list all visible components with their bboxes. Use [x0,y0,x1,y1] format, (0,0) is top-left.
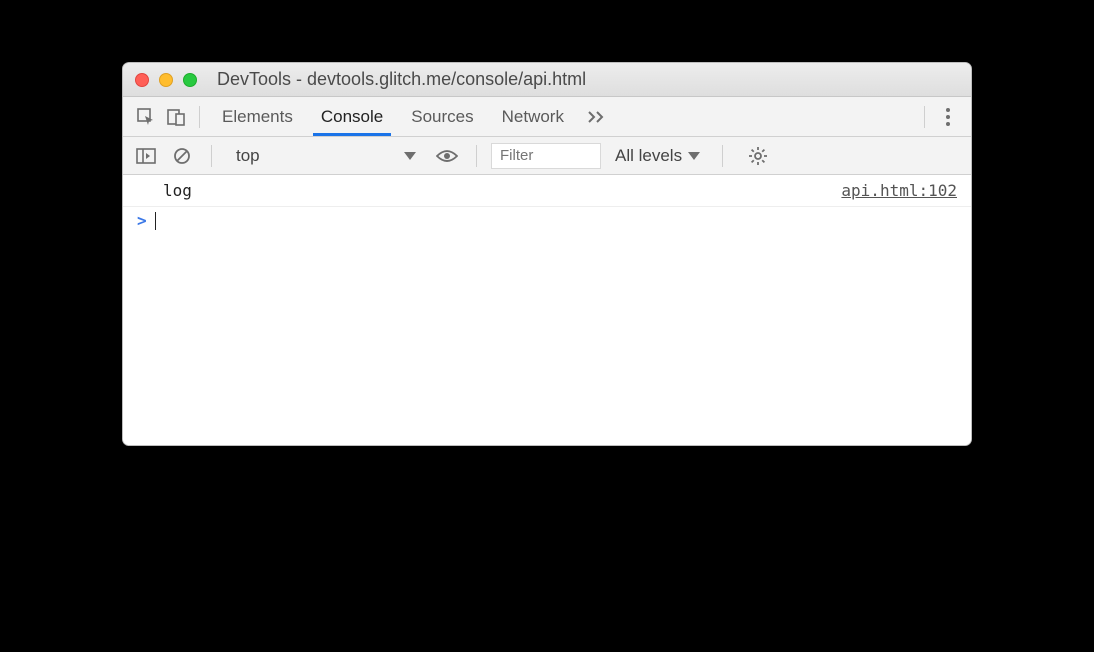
context-selector[interactable]: top [226,142,426,170]
kebab-menu-icon[interactable] [933,108,963,126]
tab-network[interactable]: Network [488,97,578,136]
inspect-element-icon[interactable] [131,102,161,132]
settings-icon[interactable] [743,141,773,171]
titlebar[interactable]: DevTools - devtools.glitch.me/console/ap… [123,63,971,97]
device-toggle-icon[interactable] [161,102,191,132]
context-label: top [236,146,260,166]
divider [924,106,925,128]
log-levels-selector[interactable]: All levels [607,146,708,166]
chevron-down-icon [688,152,700,160]
devtools-window: DevTools - devtools.glitch.me/console/ap… [122,62,972,446]
tab-console[interactable]: Console [307,97,397,136]
divider [476,145,477,167]
text-cursor [155,212,156,230]
log-entry[interactable]: log api.html:102 [123,175,971,207]
console-toolbar: top All levels [123,137,971,175]
sidebar-toggle-icon[interactable] [131,141,161,171]
log-message: log [163,181,192,200]
prompt-caret-icon: > [137,211,147,230]
console-prompt[interactable]: > [123,207,971,234]
tab-sources[interactable]: Sources [397,97,487,136]
minimize-icon[interactable] [159,73,173,87]
window-title: DevTools - devtools.glitch.me/console/ap… [217,69,959,90]
filter-input[interactable] [491,143,601,169]
traffic-lights [135,73,197,87]
source-link[interactable]: api.html:102 [841,181,957,200]
divider [211,145,212,167]
divider [722,145,723,167]
live-expression-icon[interactable] [432,141,462,171]
console-output: log api.html:102 > [123,175,971,445]
clear-console-icon[interactable] [167,141,197,171]
main-toolbar: Elements Console Sources Network [123,97,971,137]
close-icon[interactable] [135,73,149,87]
tab-elements[interactable]: Elements [208,97,307,136]
divider [199,106,200,128]
levels-label: All levels [615,146,682,166]
panel-tabs: Elements Console Sources Network [208,97,578,136]
chevron-down-icon [404,152,416,160]
maximize-icon[interactable] [183,73,197,87]
more-tabs-icon[interactable] [578,110,618,124]
